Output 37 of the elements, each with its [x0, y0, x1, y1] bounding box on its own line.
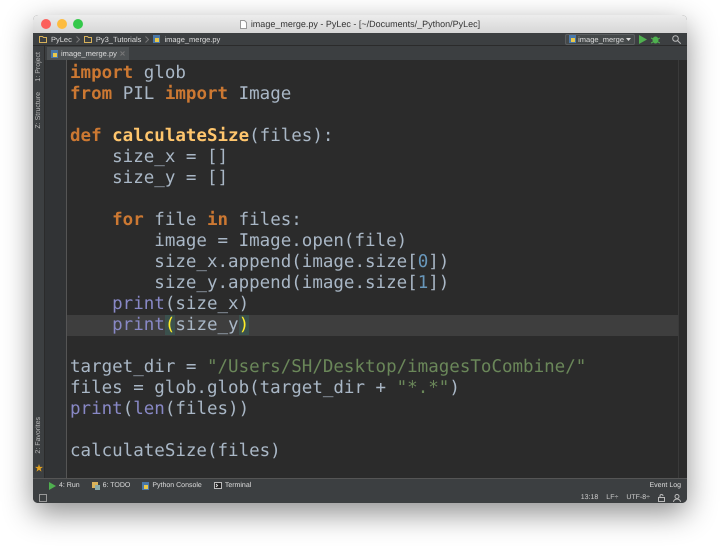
- chevron-icon: [76, 36, 80, 42]
- code-line: import glob: [69, 63, 187, 84]
- chevron-icon: [145, 36, 150, 42]
- play-icon: [49, 482, 56, 490]
- play-icon[interactable]: [639, 34, 647, 44]
- folder-icon: [84, 36, 92, 42]
- code-line: files = glob.glob(target_dir + "*.*"): [69, 378, 461, 399]
- terminal-icon: [214, 482, 222, 489]
- python-file-icon: [51, 50, 58, 58]
- python-file-icon: [153, 35, 160, 43]
- code-line: print(size_x): [111, 294, 250, 315]
- code-line: size_y = []: [111, 168, 230, 189]
- checklist-icon: [92, 482, 100, 490]
- code-line: image = Image.open(file): [153, 231, 408, 252]
- code-line: target_dir = "/Users/SH/Desktop/imagesToCombine/": [69, 357, 588, 378]
- person-icon[interactable]: [673, 494, 681, 502]
- code-line: calculateSize(files): [69, 441, 282, 462]
- code-line: size_y.append(image.size[1]): [153, 273, 450, 294]
- code-line: for file in files:: [111, 210, 303, 231]
- python-file-icon: [142, 482, 150, 490]
- file-icon: [240, 20, 247, 28]
- code-line: from PIL import Image: [69, 84, 292, 105]
- search-icon[interactable]: [672, 34, 681, 44]
- star-icon: [34, 464, 42, 472]
- code-line: size_x.append(image.size[0]): [153, 252, 450, 273]
- python-file-icon: [569, 35, 576, 43]
- lock-icon[interactable]: [658, 494, 665, 502]
- caret-icon: [626, 38, 631, 40]
- folder-icon: [39, 36, 47, 42]
- code-line: print(len(files)): [69, 399, 250, 420]
- window-title: image_merge.py - PyLec - [~/Documents/_Python/PyLec]: [250, 19, 480, 29]
- bug-icon[interactable]: [651, 34, 660, 44]
- square-icon[interactable]: [39, 494, 47, 502]
- scrollbar[interactable]: [678, 60, 687, 478]
- code-line: def calculateSize(files):: [69, 126, 334, 147]
- close-button[interactable]: [41, 19, 51, 29]
- code-line: size_x = []: [111, 147, 230, 168]
